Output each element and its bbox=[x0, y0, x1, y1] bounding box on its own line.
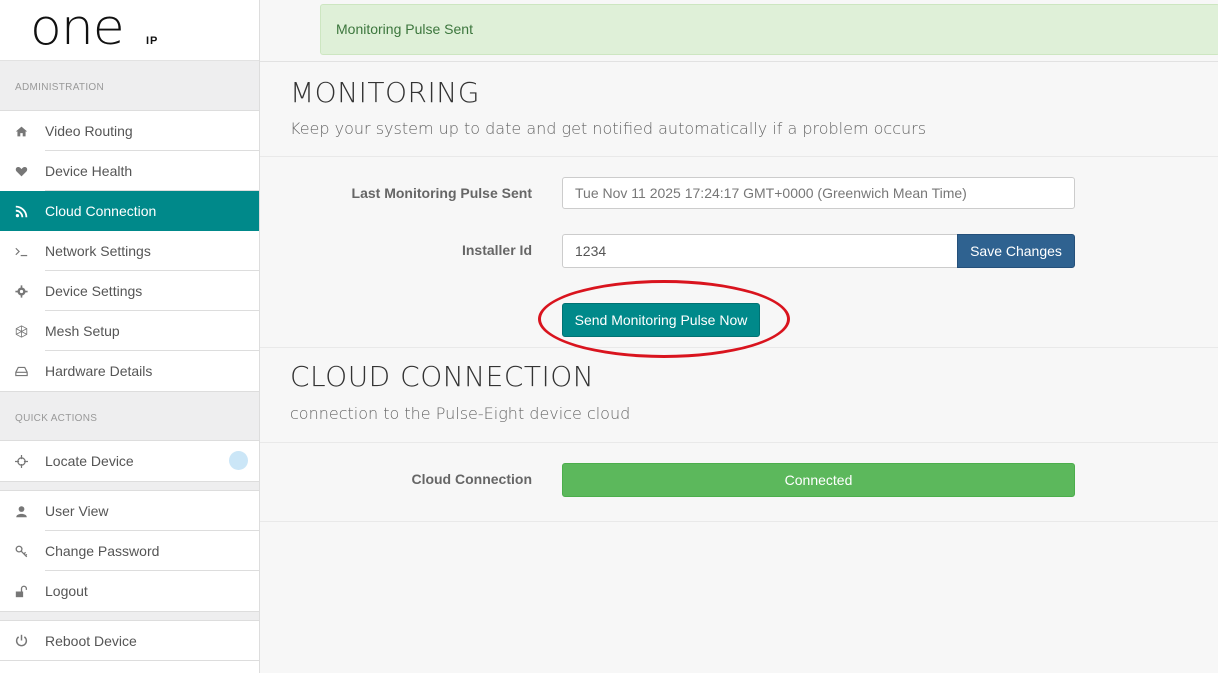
sidebar-item-device-health[interactable]: Device Health bbox=[0, 151, 259, 191]
logo[interactable]: one IP bbox=[0, 0, 259, 61]
sidebar-item-device-settings[interactable]: Device Settings bbox=[0, 271, 259, 311]
last-pulse-label: Last Monitoring Pulse Sent bbox=[351, 185, 532, 201]
home-icon bbox=[0, 125, 45, 138]
sidebar-item-label: Locate Device bbox=[45, 453, 134, 469]
sidebar-item-label: Device Settings bbox=[45, 271, 259, 311]
power-icon bbox=[0, 634, 45, 647]
sidebar-item-video-routing[interactable]: Video Routing bbox=[0, 111, 259, 151]
sidebar-item-label: Hardware Details bbox=[45, 363, 153, 379]
sidebar-item-logout[interactable]: Logout bbox=[0, 571, 259, 611]
logo-mark: one bbox=[30, 0, 125, 57]
cloud-status-indicator: Connected bbox=[562, 463, 1075, 497]
sidebar-item-cloud-connection[interactable]: Cloud Connection bbox=[0, 191, 259, 231]
sidebar-item-label: Network Settings bbox=[45, 231, 259, 271]
monitoring-header: MONITORING Keep your system up to date a… bbox=[260, 61, 1218, 157]
unlock-icon bbox=[0, 585, 45, 598]
cloud-status-label: Cloud Connection bbox=[411, 471, 532, 487]
installer-id-label: Installer Id bbox=[461, 242, 532, 258]
gear-icon bbox=[0, 284, 45, 298]
monitoring-subtitle: Keep your system up to date and get noti… bbox=[290, 119, 927, 138]
last-pulse-field[interactable] bbox=[562, 177, 1075, 209]
logo-sub: IP bbox=[146, 35, 159, 47]
sidebar: one IP ADMINISTRATION Video Routing Devi… bbox=[0, 0, 260, 673]
key-icon bbox=[0, 545, 45, 558]
sidebar-item-label: Cloud Connection bbox=[45, 203, 157, 219]
installer-id-input[interactable] bbox=[562, 234, 958, 268]
rss-icon bbox=[0, 205, 45, 218]
sidebar-item-mesh-setup[interactable]: Mesh Setup bbox=[0, 311, 259, 351]
cloud-subtitle: connection to the Pulse-Eight device clo… bbox=[290, 404, 631, 423]
sidebar-item-label: User View bbox=[45, 491, 259, 531]
cloud-title: CLOUD CONNECTION bbox=[290, 360, 595, 393]
sidebar-spacer bbox=[0, 481, 259, 491]
crosshair-icon bbox=[0, 454, 45, 468]
sidebar-item-label: Video Routing bbox=[45, 111, 259, 151]
terminal-icon bbox=[0, 245, 45, 258]
sidebar-item-network-settings[interactable]: Network Settings bbox=[0, 231, 259, 271]
heart-icon bbox=[0, 165, 45, 178]
sidebar-item-label: Reboot Device bbox=[45, 632, 137, 649]
section-heading-quick-actions: QUICK ACTIONS bbox=[0, 391, 259, 441]
success-alert: Monitoring Pulse Sent bbox=[320, 4, 1218, 55]
sidebar-item-label: Mesh Setup bbox=[45, 311, 259, 351]
cloud-header: CLOUD CONNECTION connection to the Pulse… bbox=[260, 348, 1218, 443]
sidebar-item-user-view[interactable]: User View bbox=[0, 491, 259, 531]
sidebar-item-hardware-details[interactable]: Hardware Details bbox=[0, 351, 259, 391]
sidebar-item-label: Logout bbox=[45, 583, 88, 599]
user-icon bbox=[0, 505, 45, 518]
sidebar-item-change-password[interactable]: Change Password bbox=[0, 531, 259, 571]
sidebar-item-reboot-device[interactable]: Reboot Device bbox=[0, 621, 259, 661]
section-heading-administration: ADMINISTRATION bbox=[0, 61, 259, 111]
section-divider bbox=[260, 521, 1218, 522]
sidebar-item-label: Device Health bbox=[45, 151, 259, 191]
sidebar-item-label: Change Password bbox=[45, 531, 259, 571]
mesh-icon bbox=[0, 324, 45, 338]
sidebar-spacer bbox=[0, 611, 259, 621]
send-pulse-button[interactable]: Send Monitoring Pulse Now bbox=[562, 303, 760, 337]
save-changes-button[interactable]: Save Changes bbox=[957, 234, 1075, 268]
monitoring-title: MONITORING bbox=[290, 76, 480, 109]
locate-status-indicator bbox=[229, 451, 248, 470]
sidebar-item-locate-device[interactable]: Locate Device bbox=[0, 441, 259, 481]
hdd-icon bbox=[0, 365, 45, 378]
